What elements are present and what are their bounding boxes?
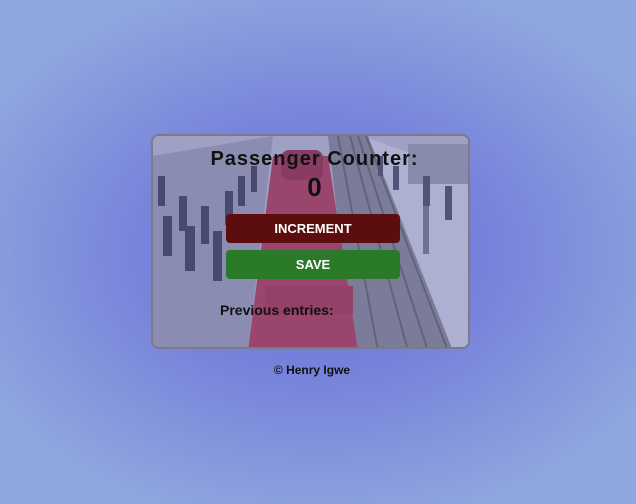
previous-entries-label: Previous entries: — [220, 302, 334, 318]
save-button[interactable]: SAVE — [226, 250, 400, 279]
count-display: 0 — [307, 172, 322, 202]
footer-credit: © Henry Igwe — [273, 363, 351, 377]
counter-card: Passenger Counter: 0 INCREMENT SAVE Prev… — [151, 134, 470, 349]
increment-button[interactable]: INCREMENT — [226, 214, 400, 243]
page-title: Passenger Counter: — [210, 148, 419, 170]
